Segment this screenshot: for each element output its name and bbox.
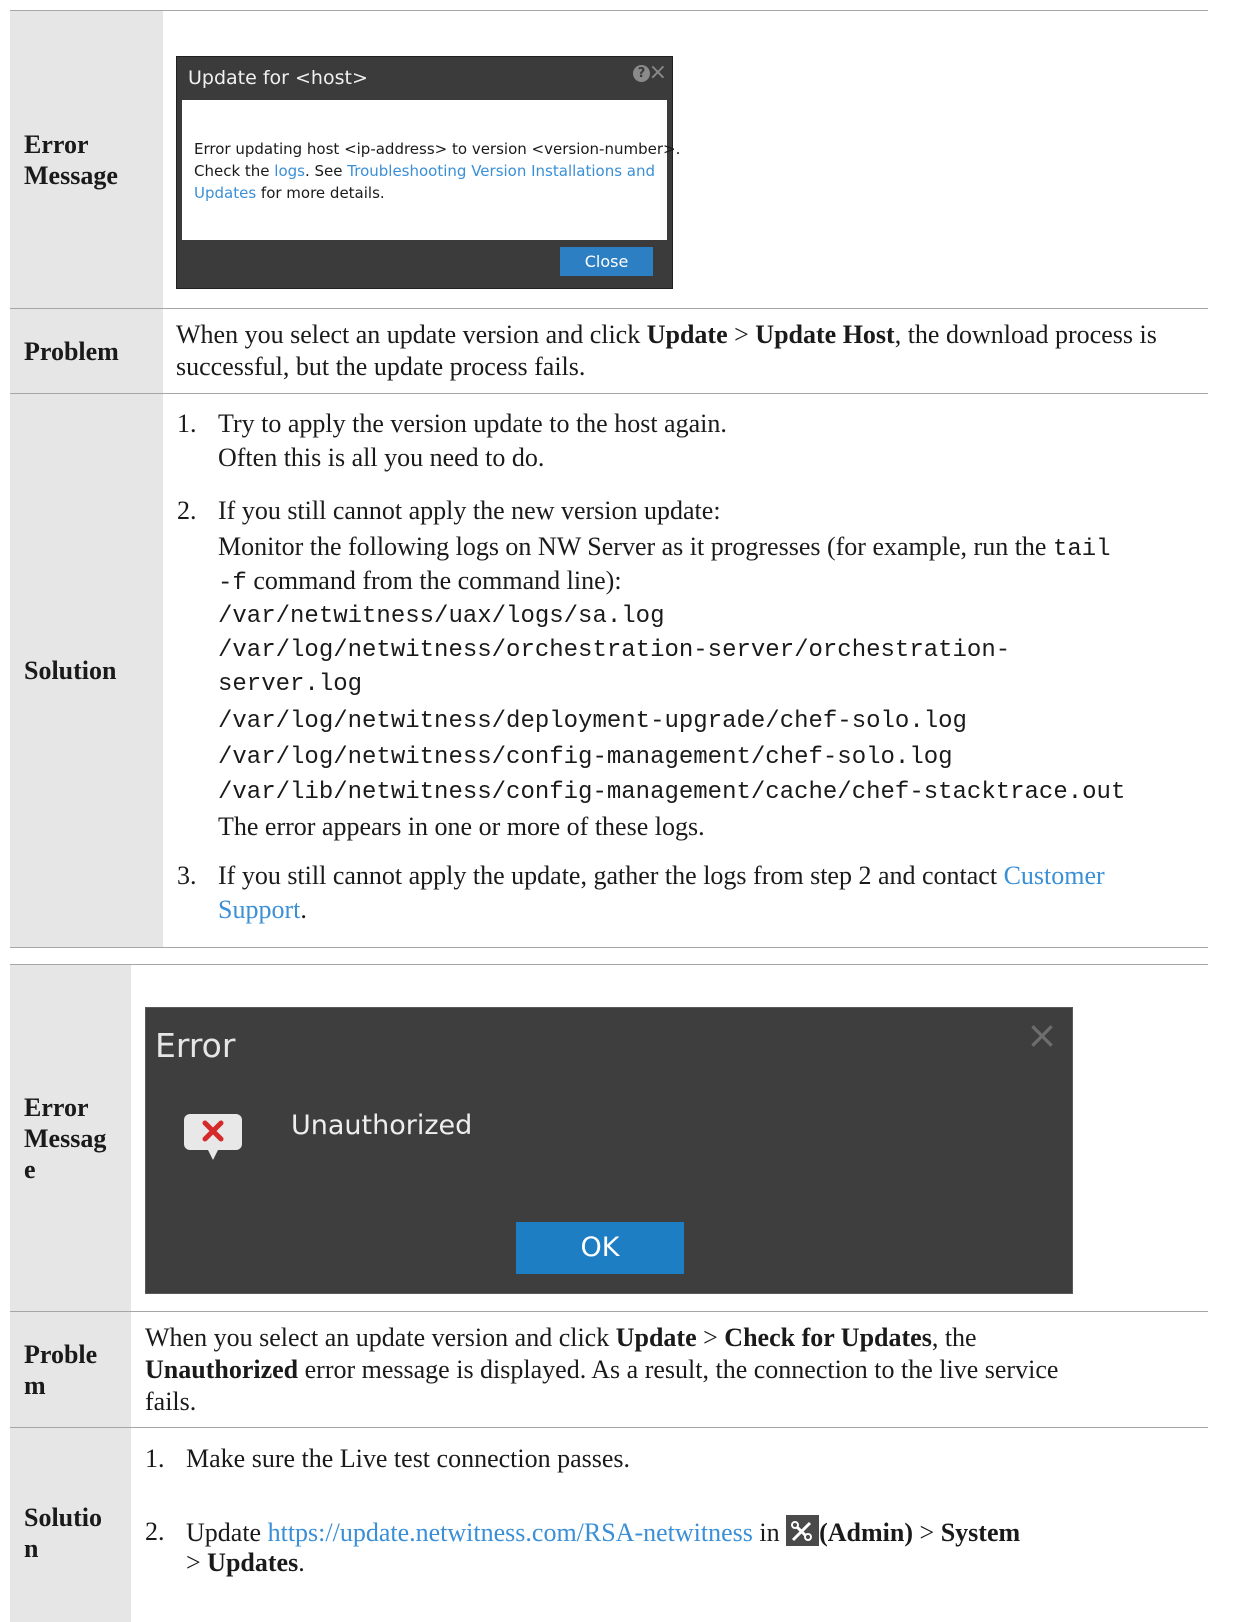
dialog-title: Error xyxy=(155,1026,236,1065)
step-text: If you still cannot apply the update, ga… xyxy=(218,859,1208,893)
problem-line: fails. xyxy=(145,1387,197,1416)
bold-check-for-updates: Check for Updates xyxy=(724,1323,932,1352)
text: . See xyxy=(304,162,348,180)
problem-line: When you select an update version and cl… xyxy=(145,1322,1188,1354)
label-problem: Proble m xyxy=(10,1312,131,1427)
update-url-link[interactable]: https://update.netwitness.com/RSA-netwit… xyxy=(268,1518,753,1547)
step-number: 3. xyxy=(177,861,197,890)
bold-updates: Updates xyxy=(207,1548,299,1577)
text: . xyxy=(298,1548,305,1577)
error-icon xyxy=(182,1110,244,1160)
error-message: Unauthorized xyxy=(291,1110,473,1141)
label-text: Error Message xyxy=(24,129,118,190)
bold-update: Update xyxy=(615,1323,697,1352)
text: Monitor the following logs on NW Server … xyxy=(218,532,1053,561)
code-f: -f xyxy=(218,570,247,597)
label-text: Solution xyxy=(24,656,117,685)
dialog-title: Update for <host> xyxy=(188,67,368,89)
step-text: Monitor the following logs on NW Server … xyxy=(218,530,1208,564)
bold-admin: (Admin) xyxy=(819,1518,914,1547)
step-text: Make sure the Live test connection passe… xyxy=(186,1444,631,1473)
label-text: Error xyxy=(24,1093,89,1122)
solution-steps: 1. Make sure the Live test connection pa… xyxy=(131,1428,1208,1622)
text: . xyxy=(300,895,307,924)
step-text: Update https://update.netwitness.com/RSA… xyxy=(186,1515,1186,1548)
step-text: -f command from the command line): xyxy=(218,564,1208,600)
label-text: Proble xyxy=(24,1339,98,1369)
label-text: n xyxy=(24,1534,39,1563)
label-error-message: Error Message xyxy=(10,11,163,308)
close-icon[interactable]: × xyxy=(649,62,667,84)
text: > xyxy=(913,1518,941,1547)
step-text: Support. xyxy=(218,893,1208,927)
log-path: /var/log/netwitness/orchestration-server… xyxy=(218,637,1011,664)
label-text: Solutio xyxy=(24,1503,103,1532)
code-tail: tail xyxy=(1052,536,1111,563)
customer-support-link[interactable]: Support xyxy=(218,895,300,924)
close-button[interactable]: Close xyxy=(560,247,653,276)
label-error-message: Error Messag e xyxy=(10,965,131,1311)
logs-link[interactable]: logs xyxy=(274,162,305,180)
text: in xyxy=(752,1518,787,1547)
dialog-text: Error updating host <ip-address> to vers… xyxy=(194,140,681,158)
step-number: 1. xyxy=(177,409,197,438)
text: Update xyxy=(186,1518,268,1547)
bold-update-host: Update Host xyxy=(755,320,895,349)
text: When you select an update version and cl… xyxy=(145,1323,616,1352)
row-solution: Solutio n 1. Make sure the Live test con… xyxy=(10,1428,1208,1622)
label-solution: Solutio n xyxy=(10,1428,131,1622)
solution-steps: 1. Try to apply the version update to th… xyxy=(163,394,1208,947)
text: Check the xyxy=(194,162,275,180)
text: When you select an update version and cl… xyxy=(176,320,647,349)
label-text: Messag xyxy=(24,1124,107,1153)
problem-text: When you select an update version and cl… xyxy=(131,1312,1208,1427)
bold-unauthorized: Unauthorized xyxy=(145,1355,299,1384)
step-number: 1. xyxy=(145,1444,165,1473)
customer-support-link[interactable]: Customer xyxy=(1004,861,1105,890)
log-path: /var/lib/netwitness/config-management/ca… xyxy=(218,779,1126,806)
error-dialog: Error × Unauthorized OK xyxy=(145,1007,1073,1294)
text: error message is displayed. As a result,… xyxy=(298,1355,1059,1384)
label-text: m xyxy=(24,1370,46,1400)
step-number: 2. xyxy=(145,1517,165,1546)
step-text: Try to apply the version update to the h… xyxy=(218,409,727,438)
step-number: 2. xyxy=(177,496,197,525)
row-problem: Problem When you select an update versio… xyxy=(10,309,1208,394)
label-problem: Problem xyxy=(10,309,163,393)
problem-text: When you select an update version and cl… xyxy=(163,309,1208,393)
dialog-content: Error updating host <ip-address> to vers… xyxy=(182,100,681,240)
log-path: server.log xyxy=(218,671,363,698)
label-text: Problem xyxy=(24,336,119,366)
label-solution: Solution xyxy=(10,394,163,947)
dialog-text: Check the logs. See Troubleshooting Vers… xyxy=(194,160,657,204)
step-text: If you still cannot apply the new versio… xyxy=(218,496,721,525)
admin-icon xyxy=(786,1515,820,1546)
help-icon[interactable]: ? xyxy=(633,65,650,82)
label-text: e xyxy=(24,1155,36,1184)
text: If you still cannot apply the update, ga… xyxy=(218,861,1004,890)
update-host-dialog: Update for <host> ? × Error updating hos… xyxy=(176,56,681,289)
ok-button[interactable]: OK xyxy=(516,1222,684,1274)
bold-update: Update xyxy=(646,320,728,349)
row-problem: Proble m When you select an update versi… xyxy=(10,1312,1208,1428)
text: for more details. xyxy=(256,184,385,202)
text: > xyxy=(186,1548,208,1577)
text: command from the command line): xyxy=(246,566,622,595)
bold-system: System xyxy=(940,1518,1021,1547)
text: > xyxy=(727,320,756,349)
log-path: /var/log/netwitness/config-management/ch… xyxy=(218,744,953,771)
text: , the xyxy=(931,1323,977,1352)
row-solution: Solution 1. Try to apply the version upd… xyxy=(10,394,1208,948)
step-text: The error appears in one or more of thes… xyxy=(218,812,705,841)
text: > xyxy=(696,1323,725,1352)
log-path: /var/netwitness/uax/logs/sa.log xyxy=(218,603,665,630)
problem-line: Unauthorized error message is displayed.… xyxy=(145,1354,1188,1386)
step-text: > Updates. xyxy=(186,1548,1186,1578)
log-path: /var/log/netwitness/deployment-upgrade/c… xyxy=(218,708,967,735)
step-text: Often this is all you need to do. xyxy=(218,443,545,472)
close-icon[interactable]: × xyxy=(1026,1016,1058,1054)
